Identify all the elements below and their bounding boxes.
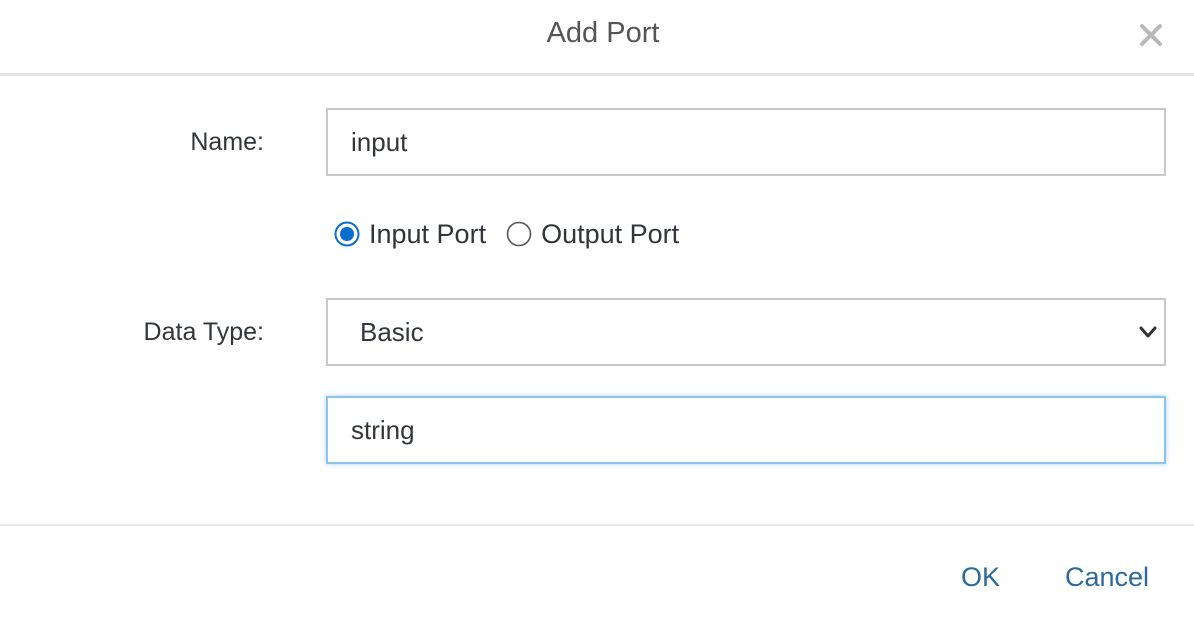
radio-unselected-icon[interactable] bbox=[506, 221, 532, 247]
name-label: Name: bbox=[190, 128, 264, 156]
footer-divider bbox=[0, 524, 1194, 526]
port-direction-radio-group: Input Port Output Port bbox=[334, 214, 699, 254]
data-type-label: Data Type: bbox=[143, 318, 264, 346]
radio-input-port-label: Input Port bbox=[369, 218, 487, 249]
radio-selected-icon[interactable] bbox=[334, 221, 360, 247]
data-type-value-field[interactable] bbox=[326, 396, 1166, 464]
radio-output-port[interactable]: Output Port bbox=[506, 219, 679, 250]
chevron-down-icon bbox=[1139, 326, 1157, 338]
cancel-button[interactable]: Cancel bbox=[1065, 562, 1149, 593]
radio-input-port[interactable]: Input Port bbox=[334, 219, 486, 250]
dialog-title: Add Port bbox=[546, 17, 660, 49]
radio-output-port-label: Output Port bbox=[541, 218, 680, 249]
add-port-dialog: Add Port Name: Input Port Output Port Da… bbox=[0, 0, 1194, 618]
dialog-header: Add Port bbox=[0, 0, 1194, 76]
data-type-selected-value: Basic bbox=[360, 317, 424, 347]
close-icon[interactable] bbox=[1136, 20, 1166, 50]
data-type-select[interactable]: Basic bbox=[326, 298, 1166, 366]
name-field[interactable] bbox=[326, 108, 1166, 176]
ok-button[interactable]: OK bbox=[961, 562, 1000, 593]
